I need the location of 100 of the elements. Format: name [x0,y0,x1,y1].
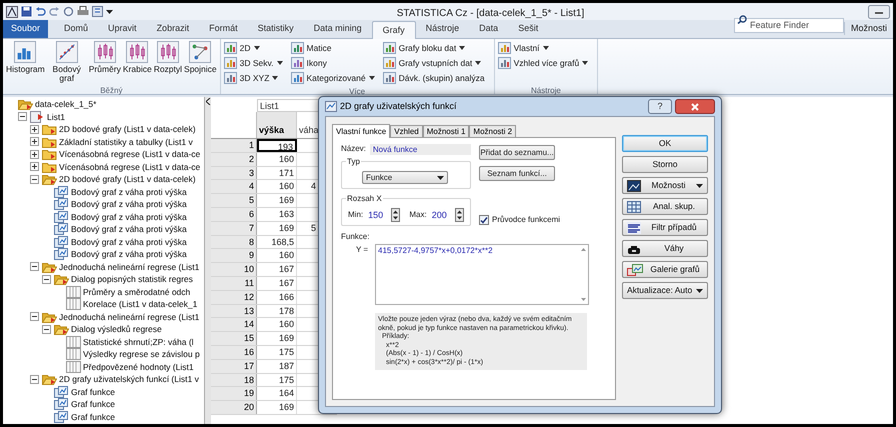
ribbon-button[interactable]: 3D Sekv. [240,56,282,70]
options-button[interactable]: Možnosti [622,177,708,194]
row-header[interactable]: 14 [211,318,257,332]
options-link[interactable]: Možnosti [844,22,893,35]
max-field[interactable]: 200 [430,208,452,222]
tree-item[interactable]: 2D bodové grafy (List1 v data-celek) [59,173,196,186]
row-header[interactable]: 13 [211,304,257,318]
ribbon-button[interactable]: Spojnice [184,65,217,74]
ribbon-tab[interactable]: Data [469,20,508,38]
update-dropdown[interactable]: Aktualizace: Auto [622,282,708,299]
type-dropdown[interactable]: Funkce [362,171,448,184]
ok-button[interactable]: OK [622,135,708,152]
tree-item[interactable]: Jednoduchá nelineární regrese (List1 [59,260,200,273]
tree-item[interactable]: Bodový graf z váha proti výška [71,198,187,210]
dialog-button[interactable]: Galerie grafů [622,261,708,278]
collapse-icon[interactable] [30,262,39,272]
help-button[interactable]: ? [648,99,672,114]
collapse-icon[interactable] [18,112,27,122]
ribbon-tab[interactable]: Sešit [508,20,548,38]
expand-icon[interactable] [30,124,39,134]
expand-icon[interactable] [30,137,39,146]
tree-item[interactable]: Bodový graf z váha proti výška [71,210,187,223]
tree-item[interactable]: Bodový graf z váha proti výška [71,186,187,198]
ribbon-button[interactable]: 2D [240,42,260,54]
row-header[interactable]: 1 [211,139,257,152]
ribbon-button[interactable]: 3D XYZ [240,72,278,84]
tree-item[interactable]: Graf funkce [71,386,115,398]
ribbon-button[interactable]: Rozptyl [154,65,182,74]
tree-item[interactable]: Bodový graf z váha proti výška [71,236,187,248]
scroll-down-icon[interactable] [580,298,586,301]
row-header[interactable]: 12 [211,290,257,304]
ribbon-tab[interactable]: Domů [54,20,98,38]
scroll-up-icon[interactable] [580,248,586,251]
ribbon-button[interactable]: Průměry [88,65,121,74]
ribbon-tab[interactable]: Nástroje [416,20,470,38]
row-header[interactable]: 3 [211,166,257,180]
ribbon-button[interactable]: Bodový graf [46,65,87,83]
row-header[interactable]: 20 [211,401,257,414]
refresh-icon[interactable] [63,6,74,17]
tree-item[interactable]: Korelace (List1 v data-celek_1 [83,298,198,310]
row-header[interactable]: 18 [211,374,257,386]
tree-item[interactable]: data-celek_1_5* [35,98,96,110]
ribbon-button[interactable]: Vzhled více grafů [514,56,588,70]
save-icon[interactable] [21,6,32,17]
tree-item[interactable]: Jednoduchá nelineární regrese (List1 [59,310,200,323]
tree-item[interactable]: Průměry a směrodatné odch [83,286,190,298]
dialog-tab[interactable]: Možnosti 1 [422,125,470,137]
add-to-list-button[interactable]: Přidat do seznamu... [479,145,555,160]
file-tab[interactable]: Soubor [3,20,48,38]
expand-icon[interactable] [30,150,39,159]
collapse-icon[interactable] [30,312,39,322]
dialog-tab[interactable]: Vlastní funkce [332,124,390,138]
collapse-icon[interactable] [30,374,39,384]
tree-item[interactable]: Základní statistiky a tabulky (List1 v [59,136,193,148]
dialog-tab[interactable]: Možnosti 2 [469,125,516,137]
row-header[interactable]: 11 [211,276,257,290]
row-header[interactable]: 6 [211,208,257,221]
ribbon-button[interactable]: Histogram [6,65,45,74]
row-header[interactable]: 9 [211,249,257,262]
row-header[interactable]: 2 [211,152,257,166]
ribbon-button[interactable]: Ikony [306,56,327,70]
ribbon-tab[interactable]: Zobrazit [146,20,200,38]
tree-item[interactable]: Graf funkce [71,398,115,410]
row-header[interactable]: 17 [211,360,257,373]
ribbon-button[interactable]: Krabice [122,65,152,74]
collapse-icon[interactable] [42,324,51,334]
tree-item[interactable]: Dialog popisných statistik regres [71,273,193,286]
ribbon-button[interactable]: Grafy bloku dat [398,42,466,54]
ribbon-button[interactable]: Vlastní [514,42,549,54]
cancel-button[interactable]: Storno [622,156,708,173]
min-field[interactable]: 150 [366,208,388,222]
ribbon-button[interactable]: Dávk. (skupin) analýza [398,72,485,84]
search-field[interactable]: Feature Finder [734,18,844,32]
tree-item[interactable]: Dialog výsledků regrese [71,323,162,336]
dialog-button[interactable]: Váhy [622,240,708,257]
dialog-button[interactable]: Filtr případů [622,219,708,236]
row-header[interactable]: 16 [211,346,257,359]
ribbon-tab[interactable]: Statistiky [248,20,304,38]
collapse-panel-icon[interactable] [206,98,210,105]
tree-item[interactable]: List1 [47,110,65,123]
ribbon-button[interactable]: Kategorizované [306,72,375,84]
tree-item[interactable]: Vícenásobná regrese (List1 v data-ce [59,160,200,173]
spinner-icon[interactable] [391,208,400,222]
row-header[interactable]: 7 [211,222,257,235]
minimize-icon[interactable] [868,4,890,18]
tree-item[interactable]: Předpovězené hodnoty (List1 [83,360,194,373]
close-button[interactable] [675,99,715,114]
row-header[interactable]: 19 [211,387,257,400]
checkbox[interactable] [479,215,489,225]
tree-item[interactable]: Statistické shrnutí;ZP: váha (l [83,336,194,348]
tree-item[interactable]: Graf funkce [71,410,115,423]
dialog-button[interactable]: Anal. skup. [622,198,708,215]
print-icon[interactable] [77,6,89,17]
row-header[interactable]: 15 [211,332,257,345]
column-header[interactable]: výška [257,112,297,138]
tree-item[interactable]: Bodový graf z váha proti výška [71,248,187,260]
ribbon-tab[interactable]: Grafy [372,21,416,39]
spinner-icon[interactable] [455,208,464,222]
tree-item[interactable]: Výsledky regrese se závislou p [83,348,200,360]
undo-icon[interactable] [35,6,46,17]
